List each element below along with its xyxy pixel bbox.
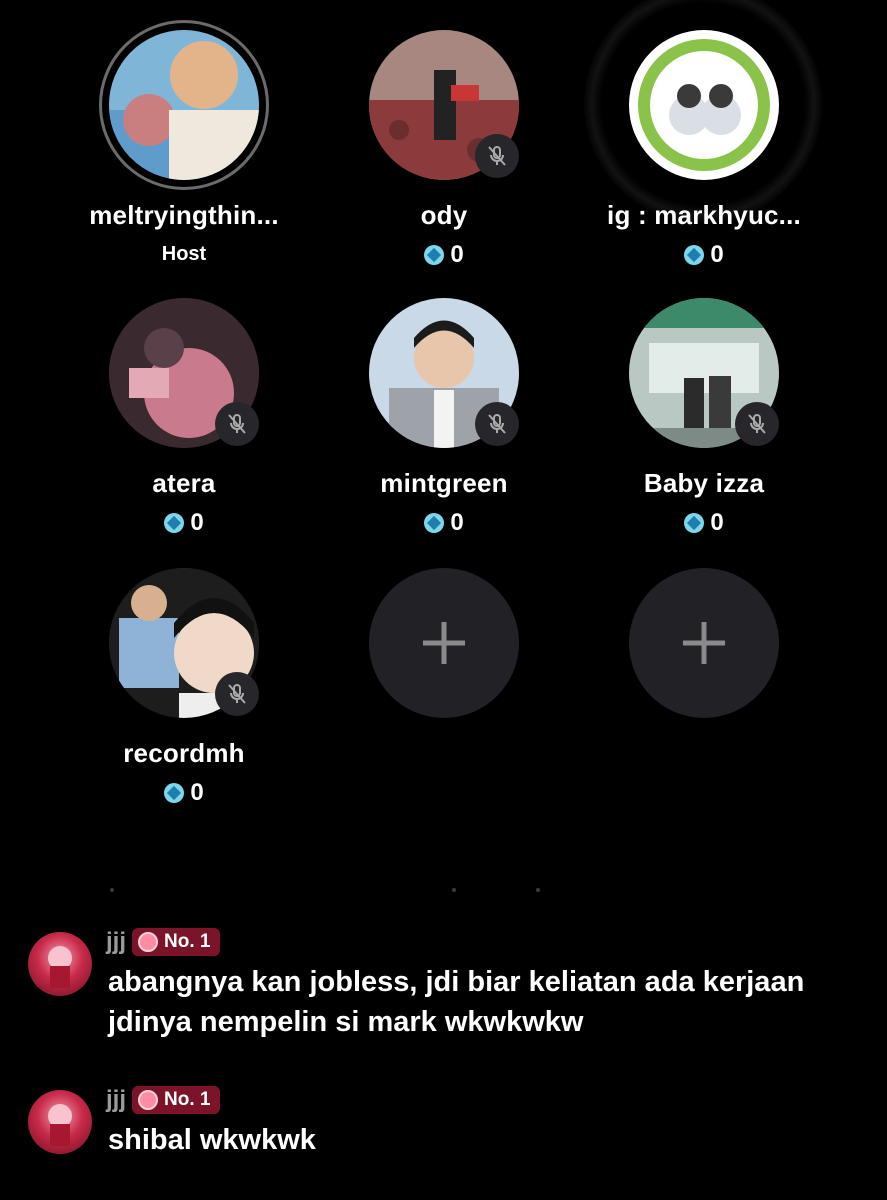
mic-muted-icon	[735, 402, 779, 446]
gem-icon	[684, 513, 705, 533]
gem-icon	[424, 245, 445, 265]
rank-badge: No. 1	[132, 928, 221, 956]
seat-recordmh[interactable]: recordmh 0	[54, 568, 314, 807]
empty-seat-1[interactable]	[314, 568, 574, 718]
seat-username: meltryingthin...	[89, 200, 279, 230]
seat-mintgreen[interactable]: mintgreen 0	[314, 298, 574, 537]
seat-ody[interactable]: ody 0	[314, 30, 574, 269]
mic-muted-icon	[215, 672, 259, 716]
page-indicator	[0, 888, 887, 892]
score: 0	[574, 509, 834, 537]
live-room: meltryingthin... Host ody 0 0 atera 0 mi…	[0, 0, 887, 1200]
mic-muted-icon	[475, 134, 519, 178]
seat-markhyuc[interactable]: ig : markhyuc... 0	[574, 0, 834, 269]
mic-muted-icon	[475, 402, 519, 446]
add-guest-button[interactable]	[369, 568, 519, 718]
avatar[interactable]	[28, 1090, 92, 1154]
medal-icon	[138, 932, 159, 952]
add-guest-button[interactable]	[629, 568, 779, 718]
host-label: Host	[161, 243, 207, 265]
chat-message[interactable]: jjj No. 1 abangnya kan jobless, jdi biar…	[28, 928, 878, 1048]
score: 0	[54, 509, 314, 537]
chat-username[interactable]: jjj	[106, 1086, 126, 1114]
score: 0	[314, 241, 574, 269]
seat-username: ody	[420, 200, 468, 230]
gem-icon	[424, 513, 445, 533]
seat-atera[interactable]: atera 0	[54, 298, 314, 537]
mic-muted-icon	[215, 402, 259, 446]
chat-text: shibal wkwkwk	[108, 1124, 316, 1156]
seat-username: Baby izza	[643, 468, 765, 498]
avatar[interactable]	[28, 932, 92, 996]
chat-text: abangnya kan jobless, jdi biar keliatan …	[108, 966, 805, 1038]
chat-username[interactable]: jjj	[106, 928, 126, 956]
chat-message[interactable]: jjj No. 1 shibal wkwkwk	[28, 1086, 878, 1166]
seat-host[interactable]: meltryingthin... Host	[54, 20, 314, 266]
gem-icon	[164, 783, 185, 803]
score: 0	[54, 779, 314, 807]
gem-icon	[164, 513, 185, 533]
gem-icon	[684, 245, 705, 265]
rank-badge: No. 1	[132, 1086, 221, 1114]
score: 0	[314, 509, 574, 537]
score: 0	[574, 241, 834, 269]
seat-username: mintgreen	[380, 468, 508, 498]
empty-seat-2[interactable]	[574, 568, 834, 718]
speaking-halo	[584, 0, 822, 223]
seat-username: atera	[152, 468, 216, 498]
plus-icon	[683, 622, 725, 664]
plus-icon	[423, 622, 465, 664]
seat-baby-izza[interactable]: Baby izza 0	[574, 298, 834, 537]
medal-icon	[138, 1090, 159, 1110]
host-ring	[99, 20, 269, 190]
seat-username: recordmh	[123, 738, 245, 768]
